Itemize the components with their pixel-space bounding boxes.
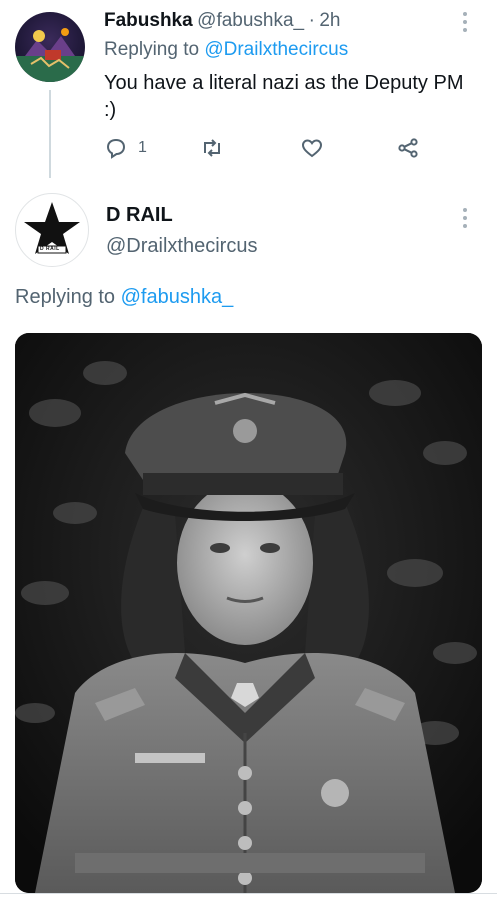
main-more-options-icon[interactable]: [462, 206, 472, 232]
reply-more-options-icon[interactable]: [462, 10, 472, 36]
fabushka-avatar[interactable]: [15, 12, 85, 82]
reply-tweet-header: Fabushka @fabushka_ · 2h: [104, 10, 444, 36]
avatar-badge-text: D RAIL: [40, 246, 60, 252]
like-action[interactable]: [300, 136, 324, 160]
bottom-divider: [0, 893, 497, 894]
drail-avatar[interactable]: D RAIL: [15, 193, 89, 267]
reply-count: 1: [138, 139, 147, 156]
retweet-icon: [204, 139, 220, 157]
share-icon: [398, 138, 418, 158]
main-replying-to-handle-link[interactable]: @fabushka_: [121, 286, 234, 308]
reply-tweet-text: You have a literal nazi as the Deputy PM…: [104, 72, 464, 121]
reply-action[interactable]: 1: [104, 136, 147, 160]
main-replying-to-label: Replying to: [15, 286, 116, 308]
retweet-action[interactable]: [200, 136, 224, 160]
reply-author-name[interactable]: Fabushka: [104, 10, 193, 31]
main-author-handle[interactable]: @Drailxthecircus: [106, 235, 257, 258]
comment-bubble-icon: [106, 138, 126, 159]
fabushka-avatar-art: [15, 28, 85, 82]
main-author-name[interactable]: D RAIL: [106, 204, 173, 227]
reply-author-handle[interactable]: @fabushka_: [197, 10, 304, 31]
replying-to-handle-link[interactable]: @Drailxthecircus: [204, 39, 348, 60]
reply-separator: ·: [308, 10, 315, 31]
main-replying-to: Replying to @fabushka_: [15, 286, 233, 309]
thread-connector-line: [49, 90, 51, 178]
replying-to-label: Replying to: [104, 39, 200, 60]
share-action[interactable]: [396, 136, 420, 160]
reply-replying-to: Replying to @Drailxthecircus: [104, 39, 348, 61]
tweet-media-photo[interactable]: [15, 333, 482, 893]
photo-image: [15, 333, 482, 893]
reply-timestamp[interactable]: 2h: [319, 10, 340, 31]
star-logo-icon: [17, 195, 87, 265]
heart-icon: [301, 139, 323, 158]
